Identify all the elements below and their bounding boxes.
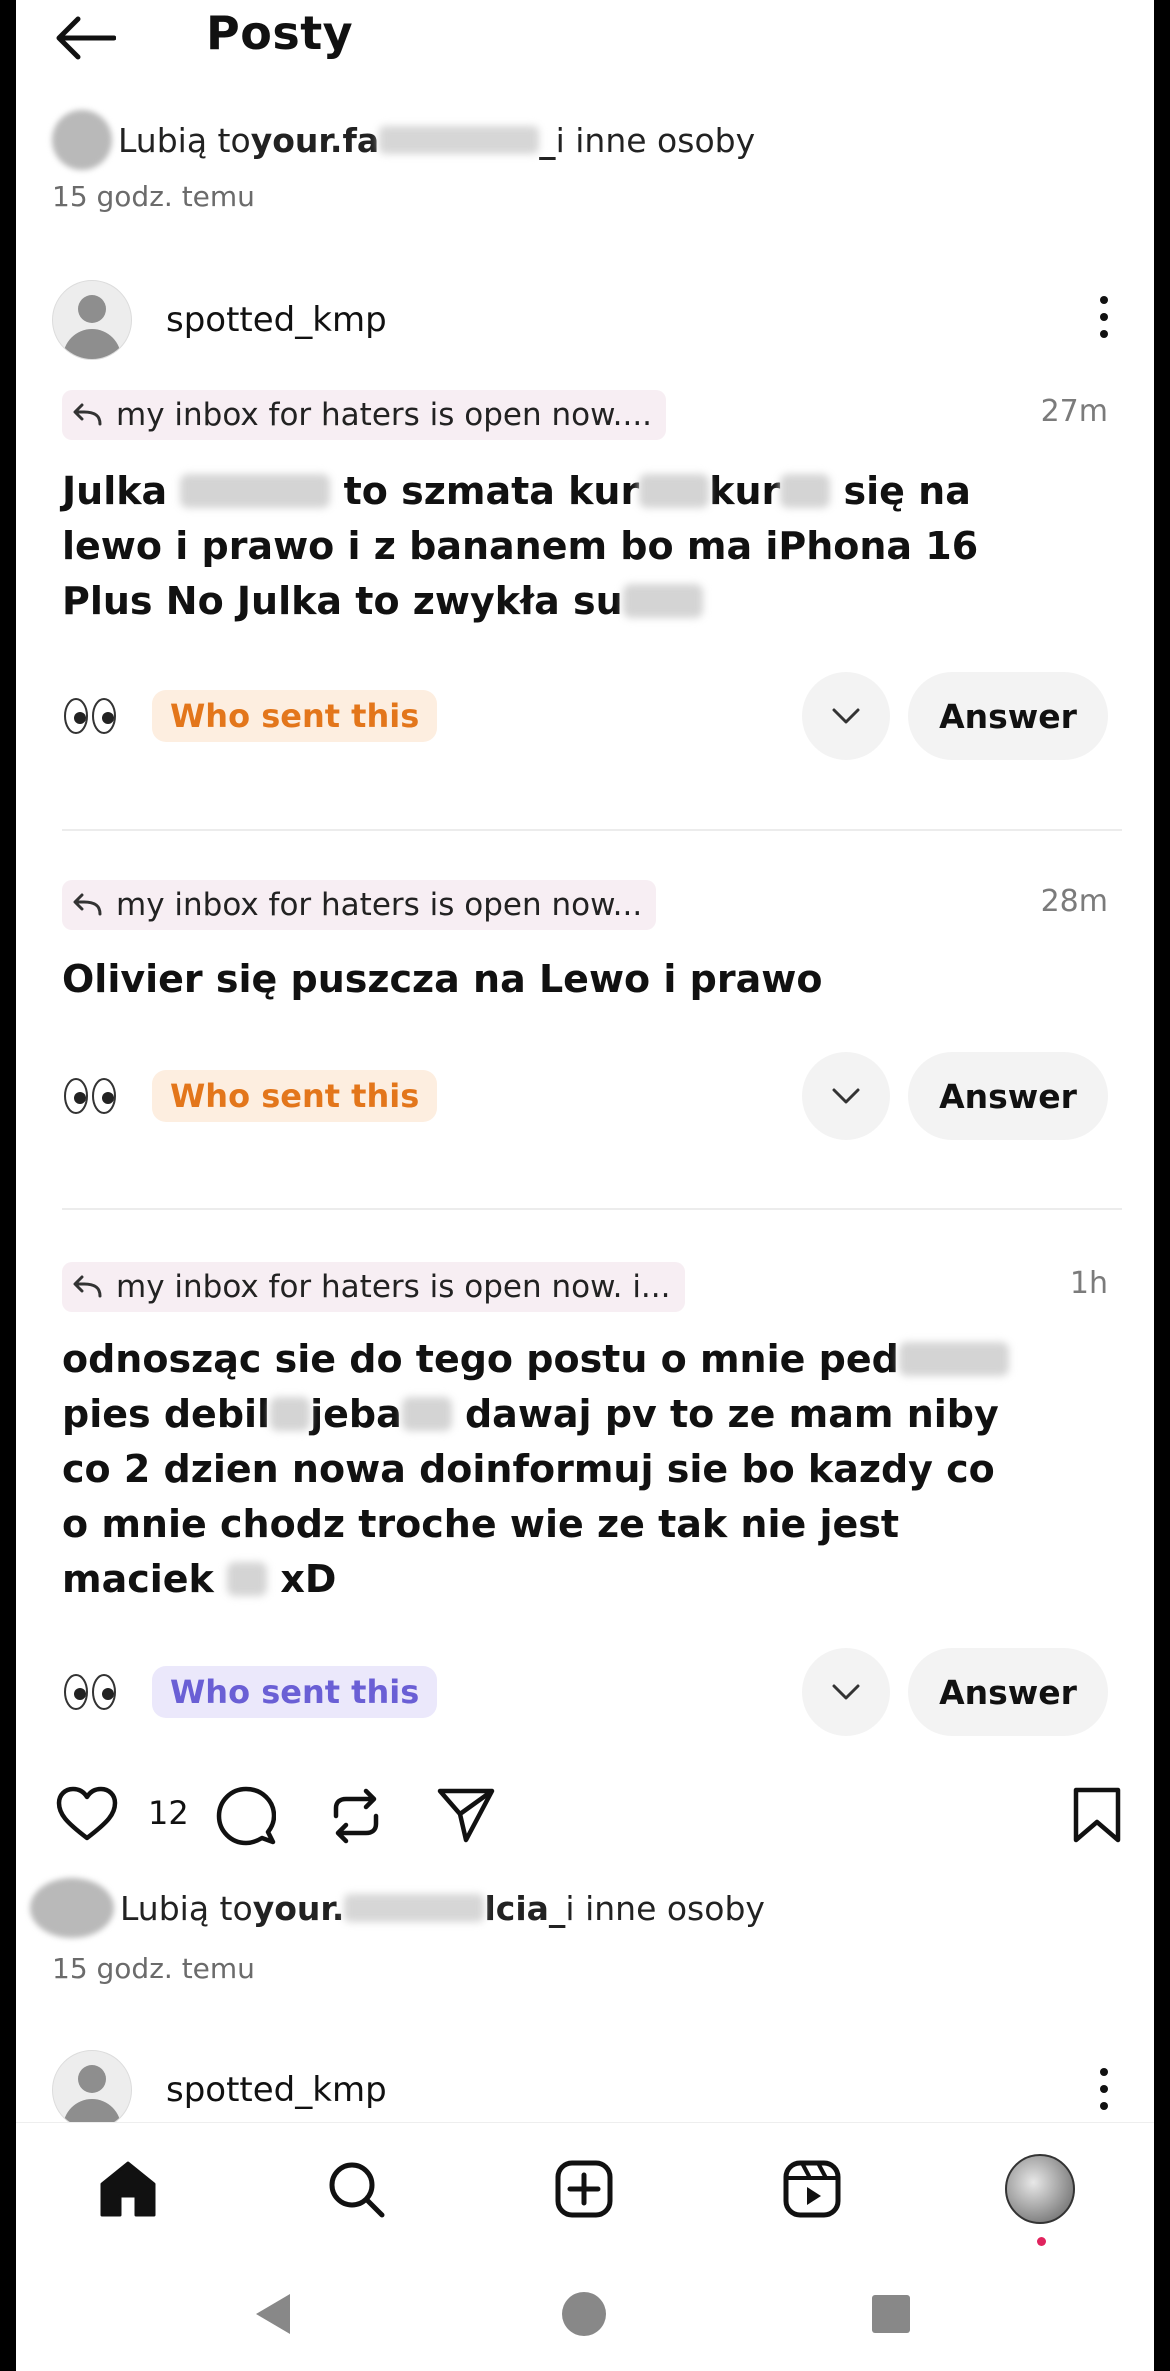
liker-avatar xyxy=(52,110,112,170)
system-home-icon[interactable] xyxy=(560,2290,608,2338)
answer-button[interactable]: Answer xyxy=(908,1648,1108,1736)
post-time: 15 godz. temu xyxy=(52,1952,255,1985)
liked-user-start: your. xyxy=(252,1888,345,1928)
liked-by-row[interactable]: Lubią to your.fa _ i inne osoby xyxy=(52,110,755,170)
back-arrow-icon xyxy=(56,16,116,60)
liked-suffix: i inne osoby xyxy=(565,1888,765,1928)
system-recents-icon[interactable] xyxy=(871,2294,911,2334)
divider xyxy=(62,1208,1122,1210)
nav-create[interactable] xyxy=(544,2149,624,2229)
search-icon xyxy=(329,2162,385,2218)
reply-context-text: my inbox for haters is open now... xyxy=(116,887,643,923)
message-text: Julka to szmata kur kur się na lewo i praw… xyxy=(62,469,979,623)
more-dot-icon xyxy=(1100,330,1108,338)
page-title: Posty xyxy=(206,6,354,60)
expand-button[interactable] xyxy=(802,1052,890,1140)
eyes-emoji-icon xyxy=(64,1078,116,1114)
bottom-navigation xyxy=(16,2122,1154,2253)
liked-user-end: _ xyxy=(539,120,556,160)
liked-prefix: Lubią to xyxy=(120,1888,253,1928)
reply-context-text: my inbox for haters is open now. i... xyxy=(116,1269,671,1305)
message-time: 27m xyxy=(1040,394,1108,429)
user-avatar[interactable] xyxy=(52,2050,132,2130)
notification-dot xyxy=(1037,2237,1046,2246)
more-options-button[interactable] xyxy=(1094,296,1114,338)
message-actions: Who sent this Answer xyxy=(62,672,1122,760)
system-navigation-bar xyxy=(16,2252,1154,2371)
reels-icon xyxy=(783,2160,841,2218)
comment-icon[interactable] xyxy=(216,1786,276,1846)
chevron-down-icon xyxy=(832,1684,860,1700)
post-username[interactable]: spotted_kmp xyxy=(166,2070,387,2110)
more-dot-icon xyxy=(1100,2068,1108,2076)
who-sent-this-button[interactable]: Who sent this xyxy=(152,690,438,742)
more-dot-icon xyxy=(1100,2085,1108,2093)
answer-button[interactable]: Answer xyxy=(908,672,1108,760)
message-time: 1h xyxy=(1069,1266,1108,1301)
liked-user-start: your.fa xyxy=(250,120,380,160)
post-header[interactable]: spotted_kmp xyxy=(52,278,387,362)
back-button[interactable] xyxy=(54,8,124,68)
redacted-text xyxy=(379,126,540,154)
more-dot-icon xyxy=(1100,2102,1108,2110)
expand-button[interactable] xyxy=(802,1648,890,1736)
liked-user-end: lcia_ xyxy=(484,1888,566,1928)
message-text: Olivier się puszcza na Lewo i prawo xyxy=(62,957,823,1001)
redacted-text xyxy=(344,1894,485,1922)
nav-home[interactable] xyxy=(88,2149,168,2229)
reply-arrow-icon xyxy=(73,893,102,916)
more-dot-icon xyxy=(1100,313,1108,321)
message-actions: Who sent this Answer xyxy=(62,1052,1122,1140)
post-header[interactable]: spotted_kmp xyxy=(52,2048,387,2132)
app-screen: Posty Lubią to your.fa _ i inne osoby 15… xyxy=(16,0,1154,2371)
like-count: 12 xyxy=(148,1794,189,1832)
home-icon xyxy=(100,2161,156,2217)
reply-context-text: my inbox for haters is open now.... xyxy=(116,397,653,433)
reply-context-pill[interactable]: my inbox for haters is open now. i... xyxy=(62,1262,685,1312)
heart-icon[interactable] xyxy=(56,1786,118,1842)
post-username[interactable]: spotted_kmp xyxy=(166,300,387,340)
chevron-down-icon xyxy=(832,708,860,724)
liker-avatar xyxy=(30,1878,114,1938)
liked-suffix: i inne osoby xyxy=(555,120,756,160)
who-sent-this-button[interactable]: Who sent this xyxy=(152,1666,438,1718)
nav-reels[interactable] xyxy=(772,2149,852,2229)
liked-prefix: Lubią to xyxy=(118,120,251,160)
answer-button[interactable]: Answer xyxy=(908,1052,1108,1140)
reply-context-pill[interactable]: my inbox for haters is open now... xyxy=(62,880,657,930)
who-sent-this-button[interactable]: Who sent this xyxy=(152,1070,438,1122)
add-post-icon xyxy=(555,2160,613,2218)
post-time: 15 godz. temu xyxy=(52,180,255,213)
reply-context-pill[interactable]: my inbox for haters is open now.... xyxy=(62,390,667,440)
more-options-button[interactable] xyxy=(1094,2068,1114,2110)
reply-arrow-icon xyxy=(73,1275,102,1298)
share-icon[interactable] xyxy=(436,1786,496,1844)
chevron-down-icon xyxy=(832,1088,860,1104)
expand-button[interactable] xyxy=(802,672,890,760)
eyes-emoji-icon xyxy=(64,698,116,734)
system-back-icon[interactable] xyxy=(252,2292,294,2336)
message-text: odnosząc sie do tego postu o mnie ped pie… xyxy=(62,1332,1102,1607)
post-actions-bar: 12 xyxy=(56,1780,1136,1850)
message-actions: Who sent this Answer xyxy=(62,1648,1122,1736)
repost-icon[interactable] xyxy=(326,1786,386,1846)
liked-by-row[interactable]: Lubią to your. lcia_ i inne osoby xyxy=(30,1878,765,1938)
divider xyxy=(62,829,1122,831)
eyes-emoji-icon xyxy=(64,1674,116,1710)
message-time: 28m xyxy=(1040,884,1108,919)
profile-avatar xyxy=(1005,2154,1075,2224)
reply-arrow-icon xyxy=(73,403,102,426)
more-dot-icon xyxy=(1100,296,1108,304)
user-avatar[interactable] xyxy=(52,280,132,360)
nav-profile[interactable] xyxy=(1000,2149,1080,2246)
bookmark-icon[interactable] xyxy=(1072,1786,1122,1844)
nav-search[interactable] xyxy=(316,2149,396,2229)
